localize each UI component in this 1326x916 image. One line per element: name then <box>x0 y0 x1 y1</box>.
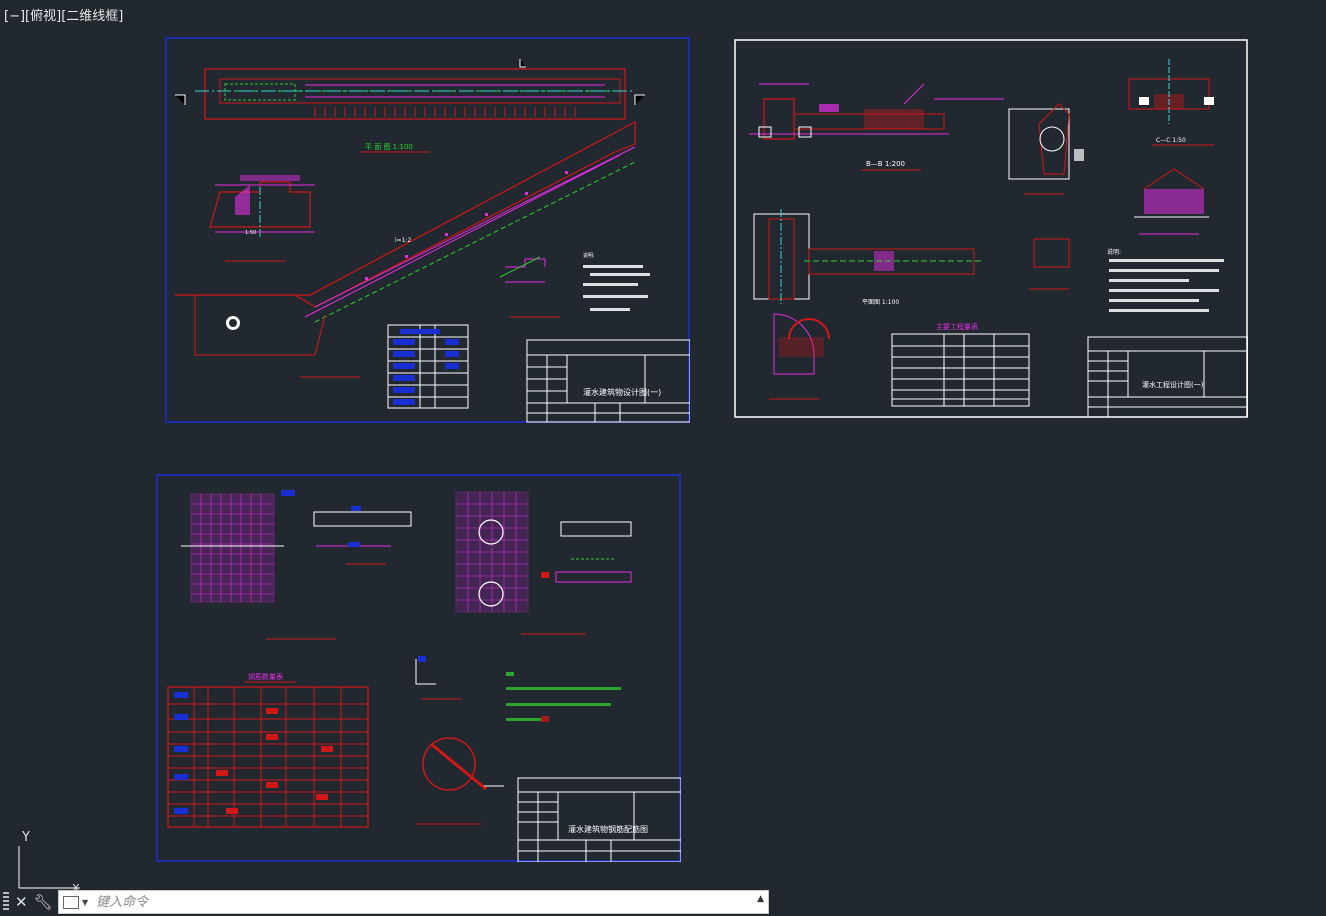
svg-text:1:50: 1:50 <box>245 230 256 236</box>
plate-detail-right <box>555 521 632 583</box>
visual-style-button[interactable]: [二维线框] <box>61 9 123 24</box>
slab-detail <box>313 506 412 565</box>
notes-title: 说明: <box>583 252 595 259</box>
small-square-detail <box>1033 238 1070 268</box>
command-prompt-icon[interactable] <box>63 895 79 909</box>
circle-section <box>416 737 504 825</box>
drawing-sheet-1[interactable]: 平 面 图 1:100 1:50 i=1:2 说明: 灌水建筑物设计图(一) <box>165 37 690 423</box>
section-cc-label: C—C 1:50 <box>1156 137 1186 144</box>
rebar-mesh-left <box>181 490 336 640</box>
section-small <box>415 656 461 700</box>
notes-block-2: 说明: <box>1107 248 1224 312</box>
plan-label: 平面图 1:100 <box>862 299 899 306</box>
viewport-controls: [−][俯视][二维线框] <box>4 5 123 24</box>
plan-view-long: 平 面 图 1:100 <box>175 59 645 153</box>
drag-handle[interactable] <box>3 892 9 912</box>
title-block: 灌水建筑物设计图(一) <box>526 339 690 423</box>
rebar-table: 钢筋数量表 <box>167 672 369 828</box>
cross-section-small: 1:50 <box>209 175 315 262</box>
viewport-minus-button[interactable]: [−] <box>4 9 25 24</box>
command-line-controls: ✕ 🔧︎ <box>0 890 53 914</box>
notes-block: 说明: <box>583 252 650 311</box>
ucs-y-label: Y <box>21 830 30 845</box>
drawing-sheet-3[interactable]: 钢筋数量表 灌水建筑物钢筋配筋图 <box>156 474 681 862</box>
wrench-icon[interactable]: 🔧︎ <box>34 890 53 914</box>
arch-detail <box>769 313 830 400</box>
view-direction-button[interactable]: [俯视] <box>25 9 61 24</box>
quantity-table-2: 主要工程量表 <box>891 322 1030 407</box>
section-bb: B—B 1:200 <box>749 83 1004 171</box>
quantity-table <box>387 324 469 409</box>
sheet-title-3: 灌水建筑物钢筋配筋图 <box>568 824 648 834</box>
title-block-3: 灌水建筑物钢筋配筋图 <box>517 777 681 862</box>
svg-text:平 面 图 1:100: 平 面 图 1:100 <box>365 143 413 151</box>
table-title-2: 主要工程量表 <box>936 322 978 331</box>
ucs-icon: Y X <box>18 830 80 895</box>
detail-small <box>499 256 560 318</box>
drawing-sheet-2[interactable]: B—B 1:200 C—C 1:50 平面图 1:100 说明: 主要工程量表 … <box>734 39 1248 418</box>
section-bb-label: B—B 1:200 <box>866 160 905 168</box>
command-line: ▼ ▲ <box>58 890 769 914</box>
section-cc: C—C 1:50 <box>1128 59 1214 146</box>
chevron-down-icon[interactable]: ▼ <box>82 898 88 907</box>
rebar-mesh-holes <box>455 491 586 635</box>
inclined-channel-section: i=1:2 <box>175 121 636 378</box>
title-block-2: 灌水工程设计图(一) <box>1087 336 1248 418</box>
notes-green <box>506 672 621 722</box>
plan-view: 平面图 1:100 <box>753 209 984 306</box>
cap-detail <box>1134 168 1209 235</box>
command-input[interactable] <box>94 893 739 911</box>
sheet-title: 灌水建筑物设计图(一) <box>583 387 661 397</box>
chevron-up-icon[interactable]: ▲ <box>757 894 764 904</box>
table-title-3: 钢筋数量表 <box>248 672 283 681</box>
sheet-title-2: 灌水工程设计图(一) <box>1142 380 1204 389</box>
svg-text:i=1:2: i=1:2 <box>395 237 412 244</box>
notes-title-2: 说明: <box>1107 248 1121 256</box>
detail-dd <box>1008 103 1084 195</box>
close-icon[interactable]: ✕ <box>15 890 28 914</box>
